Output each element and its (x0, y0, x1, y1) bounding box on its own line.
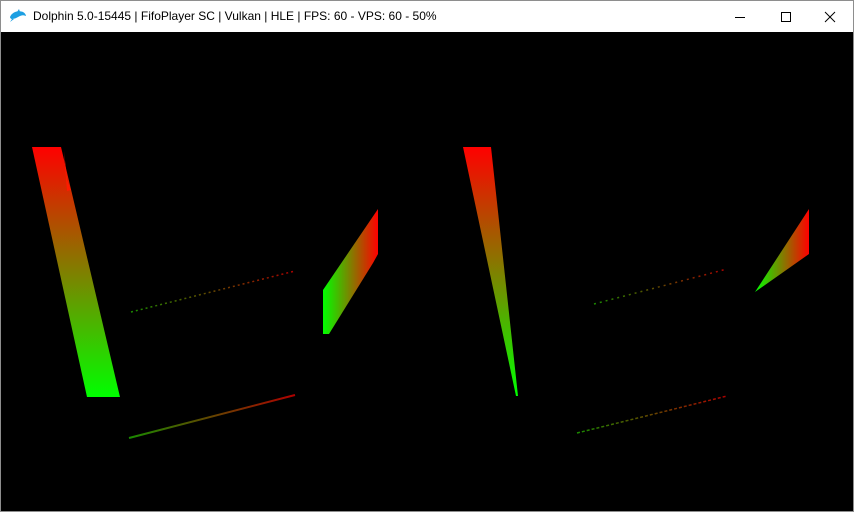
title-bar[interactable]: Dolphin 5.0-15445 | FifoPlayer SC | Vulk… (1, 1, 853, 32)
left-dotted-line-upper (130, 270, 296, 313)
dolphin-window: Dolphin 5.0-15445 | FifoPlayer SC | Vulk… (0, 0, 854, 512)
dolphin-icon (9, 8, 27, 24)
right-side-triangle (755, 209, 809, 292)
minimize-button[interactable] (717, 1, 763, 32)
close-icon (824, 11, 836, 22)
left-line-middle (128, 394, 296, 439)
render-canvas (32, 147, 809, 459)
right-dotted-line-upper (593, 268, 728, 305)
maximize-button[interactable] (763, 1, 809, 32)
left-tall-shape (32, 147, 120, 397)
maximize-icon (781, 11, 791, 22)
minimize-icon (735, 16, 745, 18)
close-button[interactable] (807, 1, 853, 32)
right-tall-spike (463, 147, 518, 396)
render-viewport[interactable] (1, 32, 853, 511)
left-side-parallelogram (323, 209, 378, 334)
window-title: Dolphin 5.0-15445 | FifoPlayer SC | Vulk… (33, 9, 437, 23)
right-dotted-line-middle (576, 395, 728, 434)
